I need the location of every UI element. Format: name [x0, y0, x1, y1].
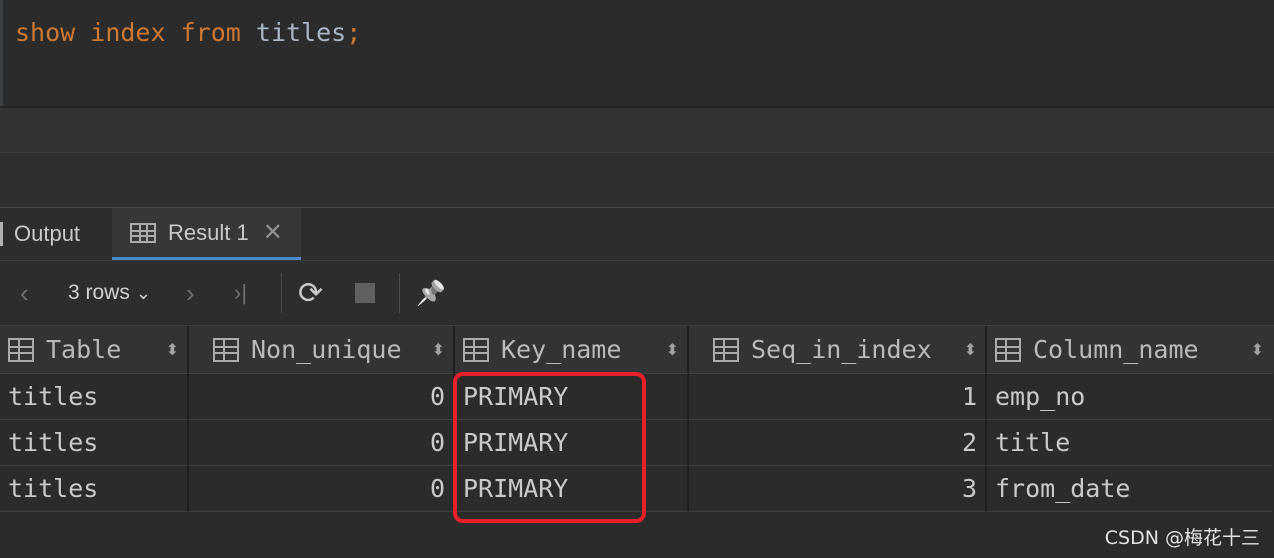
- keyword-index: index: [90, 18, 166, 47]
- statement-terminator: ;: [346, 18, 362, 47]
- column-header-label: Non_unique: [251, 335, 402, 364]
- refresh-icon[interactable]: ⟳: [298, 261, 323, 325]
- table-cell[interactable]: title: [987, 420, 1272, 466]
- table-row[interactable]: titles 0 PRIMARY 1 emp_no: [0, 374, 1274, 420]
- column-icon: [8, 337, 34, 362]
- keyword-show: show: [15, 18, 76, 47]
- keyword-from: from: [180, 18, 241, 47]
- sort-icon[interactable]: ⬍: [1251, 340, 1264, 359]
- next-page-icon[interactable]: ›: [186, 261, 195, 325]
- tab-output-label: Output: [14, 221, 81, 246]
- chevron-down-icon: ⌄: [135, 282, 151, 303]
- table-cell[interactable]: 2: [689, 420, 987, 466]
- table-cell[interactable]: titles: [0, 466, 189, 512]
- column-icon: [713, 337, 739, 362]
- table-row[interactable]: titles 0 PRIMARY 2 title: [0, 420, 1274, 466]
- table-cell[interactable]: 1: [689, 374, 987, 420]
- close-tab-icon[interactable]: ✕: [263, 218, 283, 247]
- table-cell[interactable]: emp_no: [987, 374, 1272, 420]
- column-header-table[interactable]: Table ⬍: [0, 326, 189, 374]
- last-page-icon[interactable]: ›|: [234, 261, 247, 325]
- column-header-label: Key_name: [501, 335, 622, 364]
- services-strip: [0, 152, 1274, 208]
- column-icon: [213, 337, 239, 362]
- column-icon: [995, 337, 1021, 362]
- stop-icon[interactable]: [355, 261, 375, 325]
- table-cell[interactable]: titles: [0, 374, 189, 420]
- sql-editor[interactable]: show index from titles;: [0, 0, 1274, 106]
- table-cell[interactable]: 0: [189, 374, 455, 420]
- table-cell[interactable]: 0: [189, 466, 455, 512]
- sort-icon[interactable]: ⬍: [964, 340, 977, 359]
- tab-result-label: Result 1: [168, 219, 249, 245]
- watermark-text: CSDN @梅花十三: [1104, 527, 1260, 549]
- table-cell[interactable]: PRIMARY: [455, 420, 689, 466]
- pin-icon[interactable]: 📌: [416, 261, 446, 325]
- result-toolbar: ‹ 3 rows ⌄ › ›| ⟳ 📌: [0, 261, 1274, 326]
- previous-page-icon[interactable]: ‹: [20, 261, 29, 325]
- results-tab-bar: Output Result 1 ✕: [0, 208, 1274, 261]
- column-header-label: Column_name: [1033, 335, 1199, 364]
- column-header-label: Table: [46, 335, 122, 364]
- sort-icon[interactable]: ⬍: [432, 340, 445, 359]
- sql-statement[interactable]: show index from titles;: [15, 18, 361, 47]
- rows-count-label: 3 rows: [68, 281, 130, 304]
- toolbar-separator: [281, 273, 282, 313]
- column-header-seq-in-index[interactable]: Seq_in_index ⬍: [689, 326, 987, 374]
- column-header-key-name[interactable]: Key_name ⬍: [455, 326, 689, 374]
- table-cell[interactable]: PRIMARY: [455, 466, 689, 512]
- panel-spacer: [0, 108, 1274, 152]
- column-header-non-unique[interactable]: Non_unique ⬍: [189, 326, 455, 374]
- table-cell[interactable]: titles: [0, 420, 189, 466]
- table-identifier: titles: [255, 18, 347, 47]
- table-cell[interactable]: 0: [189, 420, 455, 466]
- sort-icon[interactable]: ⬍: [166, 340, 179, 359]
- column-header-column-name[interactable]: Column_name ⬍: [987, 326, 1272, 374]
- table-cell[interactable]: PRIMARY: [455, 374, 689, 420]
- table-cell[interactable]: from_date: [987, 466, 1272, 512]
- tab-output[interactable]: Output: [0, 208, 80, 260]
- rows-count-dropdown[interactable]: 3 rows ⌄: [68, 261, 151, 325]
- result-grid: Table ⬍ Non_unique ⬍ Key_name ⬍ Seq_in_inde…: [0, 326, 1274, 512]
- toolbar-separator: [399, 273, 400, 313]
- header-row: Table ⬍ Non_unique ⬍ Key_name ⬍ Seq_in_inde…: [0, 326, 1274, 374]
- tab-result-1[interactable]: Result 1 ✕: [112, 208, 301, 260]
- table-row[interactable]: titles 0 PRIMARY 3 from_date: [0, 466, 1274, 512]
- column-header-label: Seq_in_index: [751, 335, 932, 364]
- sort-icon[interactable]: ⬍: [666, 340, 679, 359]
- table-cell[interactable]: 3: [689, 466, 987, 512]
- column-icon: [463, 337, 489, 362]
- table-grid-icon: [130, 222, 156, 243]
